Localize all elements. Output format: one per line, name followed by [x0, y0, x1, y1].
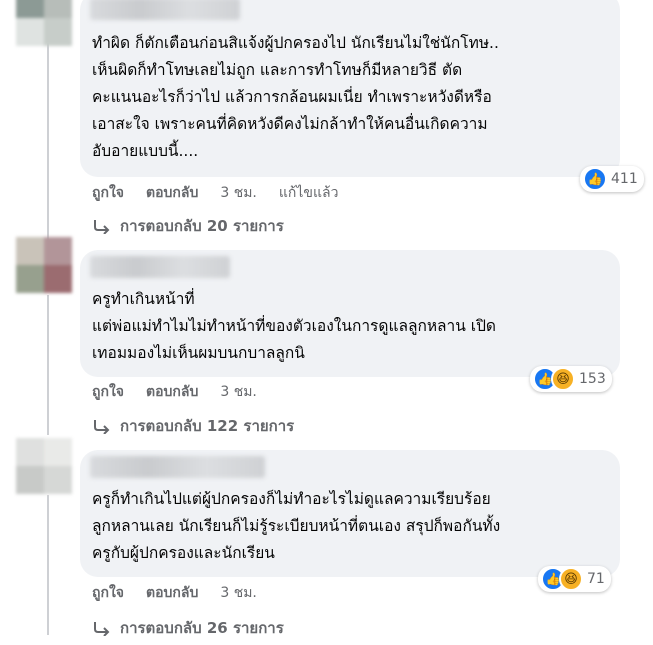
avatar[interactable]	[16, 0, 72, 46]
comment-bubble: ครูทำเกินหน้าที่ แต่พ่อแม่ทำไมไม่ทำหน้าท…	[80, 250, 620, 377]
comment-text: ครูก็ทำเกินไปแต่ผู้ปกครองก็ไม่ทำอะไรไม่ด…	[92, 490, 501, 562]
replies-count-label: การตอบกลับ 122 รายการ	[120, 417, 295, 435]
author-name[interactable]	[90, 0, 240, 20]
reaction-count: 71	[587, 571, 605, 587]
view-replies-link[interactable]: การตอบกลับ 26 รายการ	[92, 616, 284, 640]
author-name[interactable]	[90, 256, 230, 278]
comment-text: ครูทำเกินหน้าที่ แต่พ่อแม่ทำไมไม่ทำหน้าท…	[92, 290, 496, 362]
view-replies-link[interactable]: การตอบกลับ 122 รายการ	[92, 414, 294, 438]
comment-actions: ถูกใจ ตอบกลับ 3 ชม.	[92, 381, 257, 403]
like-button[interactable]: ถูกใจ	[92, 182, 124, 204]
thread-line	[47, 40, 49, 240]
timestamp[interactable]: 3 ชม.	[220, 582, 257, 604]
reaction-summary[interactable]: 👍 😆 153	[530, 366, 612, 392]
comment-text: ทำผิด ก็ตักเตือนก่อนสิแจ้งผู้ปกครองไป นั…	[92, 34, 499, 160]
timestamp[interactable]: 3 ชม.	[220, 182, 257, 204]
reaction-summary[interactable]: 👍 😆 71	[538, 566, 611, 592]
reply-arrow-icon	[94, 420, 110, 434]
haha-icon: 😆	[559, 567, 583, 591]
comment-actions: ถูกใจ ตอบกลับ 3 ชม.	[92, 582, 257, 604]
reply-arrow-icon	[94, 622, 110, 636]
reaction-count: 153	[579, 371, 606, 387]
avatar[interactable]	[16, 237, 72, 293]
like-button[interactable]: ถูกใจ	[92, 582, 124, 604]
thread-line	[47, 495, 49, 635]
reply-arrow-icon	[94, 220, 110, 234]
reaction-summary[interactable]: 👍 411	[580, 166, 644, 192]
comment-bubble: ทำผิด ก็ตักเตือนก่อนสิแจ้งผู้ปกครองไป นั…	[80, 0, 620, 177]
timestamp[interactable]: 3 ชม.	[220, 381, 257, 403]
reaction-count: 411	[611, 171, 638, 187]
replies-count-label: การตอบกลับ 20 รายการ	[120, 217, 284, 235]
thread-line	[47, 295, 49, 435]
comment-bubble: ครูก็ทำเกินไปแต่ผู้ปกครองก็ไม่ทำอะไรไม่ด…	[80, 450, 620, 577]
reply-button[interactable]: ตอบกลับ	[146, 582, 198, 604]
avatar[interactable]	[16, 438, 72, 494]
comment-actions: ถูกใจ ตอบกลับ 3 ชม. แก้ไขแล้ว	[92, 182, 338, 204]
edited-label[interactable]: แก้ไขแล้ว	[279, 182, 339, 204]
haha-icon: 😆	[551, 367, 575, 391]
reply-button[interactable]: ตอบกลับ	[146, 381, 198, 403]
reply-button[interactable]: ตอบกลับ	[146, 182, 198, 204]
like-icon: 👍	[583, 167, 607, 191]
like-button[interactable]: ถูกใจ	[92, 381, 124, 403]
author-name[interactable]	[90, 456, 265, 478]
replies-count-label: การตอบกลับ 26 รายการ	[120, 619, 284, 637]
view-replies-link[interactable]: การตอบกลับ 20 รายการ	[92, 214, 284, 238]
